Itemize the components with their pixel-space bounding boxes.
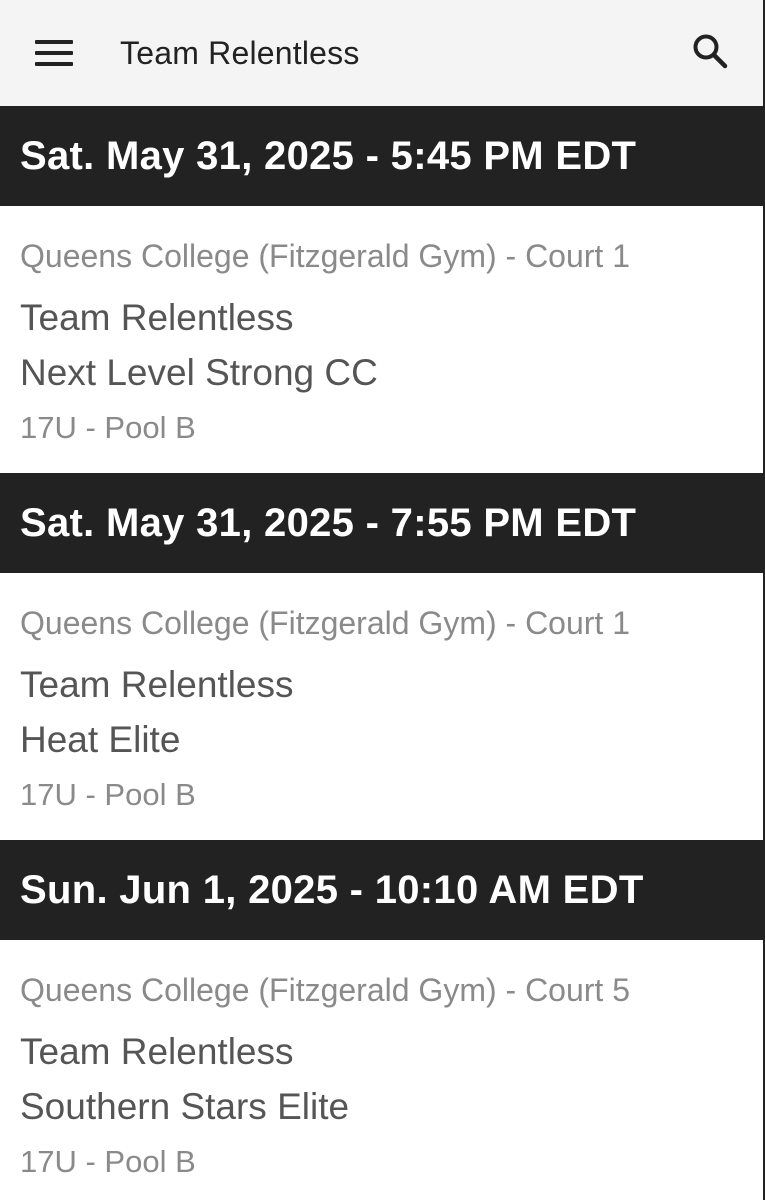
game-division: 17U - Pool B (20, 777, 196, 812)
app-bar: Team Relentless (0, 0, 763, 106)
game-venue: Queens College (Fitzgerald Gym) - Court … (20, 238, 630, 274)
game-team-1: Team Relentless (20, 664, 294, 705)
game-team-1: Team Relentless (20, 297, 294, 338)
hamburger-menu-icon[interactable] (35, 33, 75, 73)
game-division: 17U - Pool B (20, 410, 196, 445)
game-card[interactable]: Queens College (Fitzgerald Gym) - Court … (0, 940, 763, 1200)
game-card[interactable]: Queens College (Fitzgerald Gym) - Court … (0, 573, 763, 840)
game-venue: Queens College (Fitzgerald Gym) - Court … (20, 605, 630, 641)
app-title: Team Relentless (120, 34, 360, 71)
game-datetime-header: Sun. Jun 1, 2025 - 10:10 AM EDT (0, 840, 763, 940)
search-icon[interactable] (689, 30, 733, 74)
game-datetime-header: Sat. May 31, 2025 - 7:55 PM EDT (0, 473, 763, 573)
game-datetime-header: Sat. May 31, 2025 - 5:45 PM EDT (0, 106, 763, 206)
game-division: 17U - Pool B (20, 1144, 196, 1179)
game-team-2: Southern Stars Elite (20, 1086, 350, 1127)
game-team-2: Heat Elite (20, 719, 181, 760)
game-team-1: Team Relentless (20, 1031, 294, 1072)
game-card[interactable]: Queens College (Fitzgerald Gym) - Court … (0, 206, 763, 473)
menu-line (35, 62, 73, 66)
menu-line (35, 51, 73, 55)
schedule-screen: Team Relentless Sat. May 31, 2025 - 5:45… (0, 0, 765, 1200)
game-venue: Queens College (Fitzgerald Gym) - Court … (20, 972, 630, 1008)
menu-line (35, 40, 73, 44)
game-team-2: Next Level Strong CC (20, 352, 378, 393)
